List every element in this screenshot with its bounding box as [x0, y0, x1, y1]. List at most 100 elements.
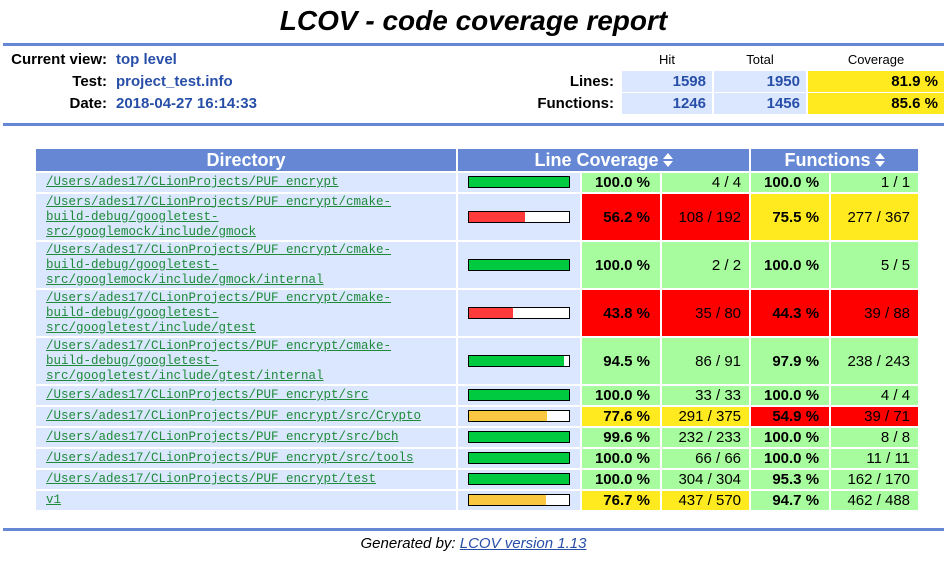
current-view-label: Current view:: [11, 51, 107, 68]
table-row: /Users/ades17/CLionProjects/PUF_encrypt/…: [36, 386, 919, 405]
directory-header: Directory: [36, 149, 456, 171]
directory-path-segment: /Users/ades17/CLionProjects/PUF_encrypt/…: [46, 338, 392, 353]
coverage-bar-cell: [458, 449, 580, 468]
directory-link[interactable]: /Users/ades17/CLionProjects/PUF_encrypt/…: [46, 472, 376, 486]
sort-icon[interactable]: [874, 153, 885, 167]
coverage-bar: [468, 210, 570, 223]
coverage-bar-fill: [469, 259, 569, 270]
directory-link[interactable]: /Users/ades17/CLionProjects/PUF_encrypt/…: [46, 388, 369, 402]
line-hit-total: 35 / 80: [662, 290, 750, 336]
directory-cell: /Users/ades17/CLionProjects/PUF_encrypt/…: [36, 194, 456, 240]
directory-link[interactable]: /Users/ades17/CLionProjects/PUF_encrypt/…: [46, 451, 414, 465]
directory-link[interactable]: /Users/ades17/CLionProjects/PUF_encrypt/…: [46, 291, 391, 335]
directory-cell: /Users/ades17/CLionProjects/PUF_encrypt/…: [36, 338, 456, 384]
coverage-bar-cell: [458, 491, 580, 510]
directory-path-segment: build-debug/googletest-: [46, 209, 219, 224]
footer-divider: [3, 528, 944, 531]
function-coverage-percent: 100.0 %: [751, 242, 830, 288]
sort-icon[interactable]: [662, 153, 673, 167]
table-row: /Users/ades17/CLionProjects/PUF_encrypt/…: [36, 242, 919, 288]
table-row: /Users/ades17/CLionProjects/PUF_encrypt/…: [36, 449, 919, 468]
function-coverage-percent: 75.5 %: [751, 194, 830, 240]
directory-path-segment: build-debug/googletest-: [46, 353, 219, 368]
date-value: 2018-04-27 16:14:33: [116, 95, 257, 112]
coverage-bar: [468, 494, 570, 507]
test-label: Test:: [72, 73, 107, 90]
summary-total-header: Total: [746, 52, 774, 67]
lcov-version-link[interactable]: LCOV version 1.13: [460, 535, 587, 552]
line-hit-total: 232 / 233: [662, 428, 750, 447]
function-hit-total: 39 / 88: [831, 290, 919, 336]
directory-cell: /Users/ades17/CLionProjects/PUF_encrypt/…: [36, 407, 456, 426]
directory-cell: /Users/ades17/CLionProjects/PUF_encrypt/…: [36, 428, 456, 447]
footer-prefix: Generated by:: [360, 535, 456, 552]
coverage-bar: [468, 176, 570, 189]
functions-hit: 1246: [622, 93, 712, 114]
directory-path-segment: build-debug/googletest-: [46, 305, 219, 320]
directory-link[interactable]: /Users/ades17/CLionProjects/PUF_encrypt/…: [46, 243, 391, 287]
line-hit-total: 33 / 33: [662, 386, 750, 405]
line-coverage-percent: 94.5 %: [582, 338, 660, 384]
function-coverage-percent: 44.3 %: [751, 290, 830, 336]
functions-header[interactable]: Functions: [751, 149, 919, 171]
line-coverage-percent: 43.8 %: [582, 290, 660, 336]
function-coverage-percent: 97.9 %: [751, 338, 830, 384]
functions-total: 1456: [714, 93, 806, 114]
function-hit-total: 462 / 488: [831, 491, 919, 510]
function-hit-total: 4 / 4: [831, 386, 919, 405]
function-hit-total: 277 / 367: [831, 194, 919, 240]
current-view-link[interactable]: top level: [116, 51, 177, 68]
coverage-bar: [468, 306, 570, 319]
coverage-bar: [468, 410, 570, 423]
directory-path-segment: /Users/ades17/CLionProjects/PUF_encrypt: [46, 175, 339, 189]
table-row: /Users/ades17/CLionProjects/PUF_encrypt/…: [36, 194, 919, 240]
coverage-bar-cell: [458, 173, 580, 192]
directory-link[interactable]: /Users/ades17/CLionProjects/PUF_encrypt: [46, 175, 339, 189]
line-coverage-header[interactable]: Line Coverage: [458, 149, 750, 171]
coverage-bar-fill: [469, 307, 513, 318]
coverage-bar-fill: [469, 474, 569, 485]
directory-path-segment: /Users/ades17/CLionProjects/PUF_encrypt/…: [46, 472, 377, 486]
lines-total: 1950: [714, 71, 806, 92]
coverage-bar-fill: [469, 355, 564, 366]
function-hit-total: 238 / 243: [831, 338, 919, 384]
line-hit-total: 2 / 2: [662, 242, 750, 288]
directory-path-segment: /Users/ades17/CLionProjects/PUF_encrypt/…: [46, 451, 414, 465]
directory-link[interactable]: /Users/ades17/CLionProjects/PUF_encrypt/…: [46, 430, 399, 444]
line-coverage-percent: 56.2 %: [582, 194, 660, 240]
directory-cell: v1: [36, 491, 456, 510]
coverage-bar-cell: [458, 194, 580, 240]
table-row: /Users/ades17/CLionProjects/PUF_encrypt/…: [36, 290, 919, 336]
directory-path-segment: build-debug/googletest-: [46, 257, 219, 272]
coverage-bar-cell: [458, 386, 580, 405]
function-coverage-percent: 54.9 %: [751, 407, 830, 426]
table-row: /Users/ades17/CLionProjects/PUF_encrypt 1…: [36, 173, 919, 192]
line-coverage-header-label: Line Coverage: [534, 150, 659, 170]
directory-link[interactable]: v1: [46, 493, 61, 507]
header-divider: [3, 43, 944, 46]
table-row: /Users/ades17/CLionProjects/PUF_encrypt/…: [36, 470, 919, 489]
directory-link[interactable]: /Users/ades17/CLionProjects/PUF_encrypt/…: [46, 409, 421, 423]
function-hit-total: 39 / 71: [831, 407, 919, 426]
page-title: LCOV - code coverage report: [279, 5, 668, 36]
directory-path-segment: /Users/ades17/CLionProjects/PUF_encrypt/…: [46, 194, 392, 209]
directory-link[interactable]: /Users/ades17/CLionProjects/PUF_encrypt/…: [46, 195, 391, 239]
line-hit-total: 66 / 66: [662, 449, 750, 468]
directory-path-segment: /Users/ades17/CLionProjects/PUF_encrypt/…: [46, 430, 399, 444]
directory-path-segment: src/googletest/include/gtest/internal: [46, 368, 324, 383]
function-hit-total: 162 / 170: [831, 470, 919, 489]
coverage-bar: [468, 431, 570, 444]
directory-path-segment: src/googletest/include/gtest: [46, 320, 257, 335]
directory-cell: /Users/ades17/CLionProjects/PUF_encrypt/…: [36, 386, 456, 405]
line-coverage-percent: 77.6 %: [582, 407, 660, 426]
directory-link[interactable]: /Users/ades17/CLionProjects/PUF_encrypt/…: [46, 339, 391, 383]
line-hit-total: 86 / 91: [662, 338, 750, 384]
coverage-table: Directory Line Coverage Functions /Users…: [34, 147, 920, 512]
function-coverage-percent: 95.3 %: [751, 470, 830, 489]
table-row: /Users/ades17/CLionProjects/PUF_encrypt/…: [36, 338, 919, 384]
coverage-bar-fill: [469, 411, 547, 422]
lines-label: Lines:: [569, 73, 614, 90]
directory-cell: /Users/ades17/CLionProjects/PUF_encrypt: [36, 173, 456, 192]
coverage-bar-fill: [469, 432, 569, 443]
date-label: Date:: [69, 95, 107, 112]
